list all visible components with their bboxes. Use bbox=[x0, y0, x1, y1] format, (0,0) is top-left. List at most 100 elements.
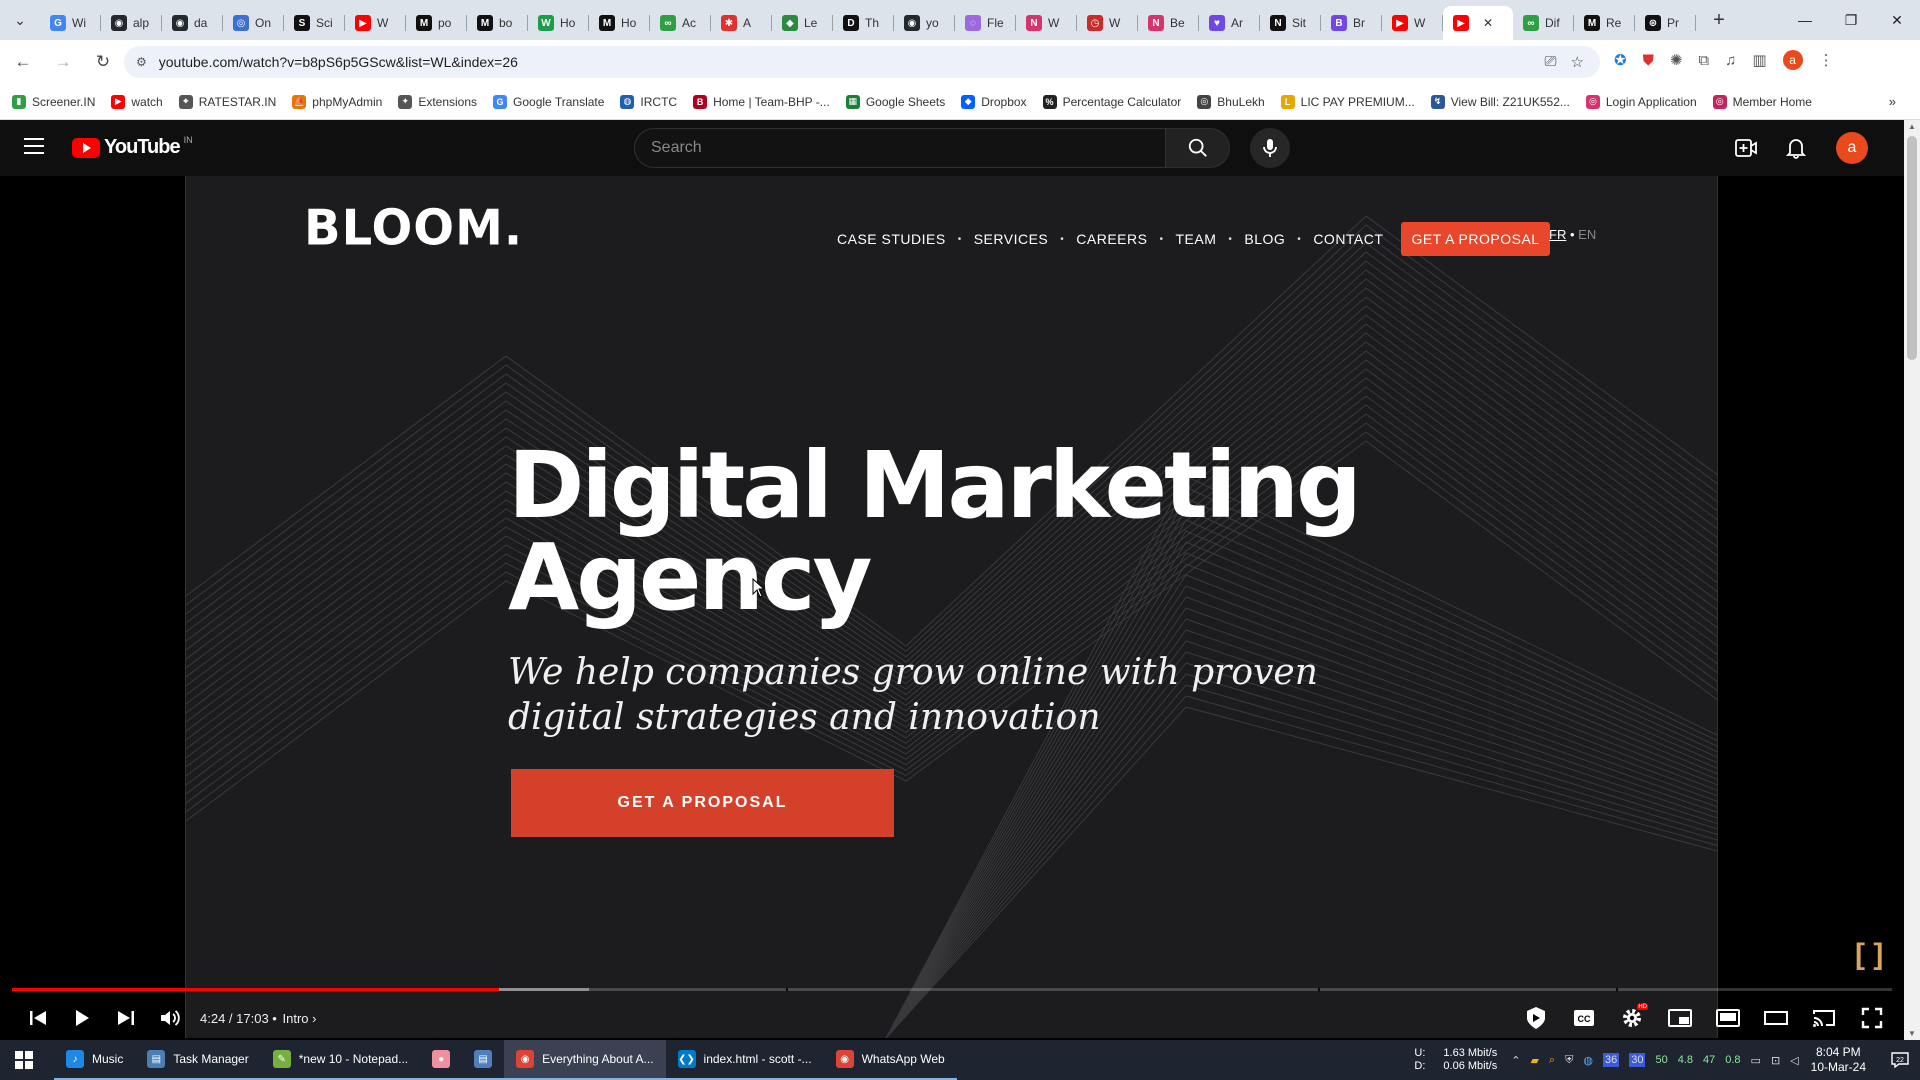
subtitles-icon[interactable]: CC bbox=[1562, 1000, 1606, 1036]
volume-icon[interactable] bbox=[148, 1000, 192, 1036]
menu-hamburger-icon[interactable] bbox=[24, 138, 44, 154]
page-scrollbar[interactable]: ▲ ▼ bbox=[1904, 120, 1920, 1040]
tray-indicator[interactable]: 36 bbox=[1602, 1053, 1620, 1067]
browser-tab[interactable]: ▶ W bbox=[345, 6, 406, 40]
bookmark-item[interactable]: ◎ Login Application bbox=[1585, 94, 1697, 109]
search-button[interactable] bbox=[1166, 128, 1230, 168]
bookmark-item[interactable]: B Home | Team-BHP -... bbox=[693, 94, 830, 109]
taskbar-item[interactable]: ● bbox=[420, 1040, 463, 1080]
browser-tab[interactable]: Mbo bbox=[467, 6, 528, 40]
browser-tab[interactable]: Mpo bbox=[406, 6, 467, 40]
close-window-icon[interactable]: ✕ bbox=[1874, 0, 1920, 40]
browser-tab[interactable]: ⊛ Pr bbox=[1635, 6, 1696, 40]
clock[interactable]: 8:04 PM 10-Mar-24 bbox=[1811, 1045, 1866, 1075]
tray-indicator[interactable]: 50 bbox=[1655, 1054, 1667, 1066]
browser-tab[interactable]: NW bbox=[1016, 6, 1077, 40]
bookmark-item[interactable]: ↯ View Bill: Z21UK552... bbox=[1430, 94, 1570, 109]
video-frame[interactable]: BLOOM. CASE STUDIES • SERVICES • CAREERS • TEA… bbox=[185, 176, 1718, 1038]
bookmark-item[interactable]: ◍ IRCTC bbox=[620, 94, 677, 109]
browser-tab[interactable]: B Br bbox=[1321, 6, 1382, 40]
close-tab-icon[interactable]: ✕ bbox=[1483, 16, 1493, 30]
progress-bar[interactable] bbox=[12, 988, 1892, 991]
browser-tab[interactable]: W Ho bbox=[528, 6, 589, 40]
bookmark-item[interactable]: ▮ Screener.IN bbox=[12, 94, 95, 109]
tab-search-chevron-icon[interactable]: ⌄ bbox=[0, 0, 40, 40]
extension-bug-icon[interactable]: ✺ bbox=[1670, 51, 1683, 69]
bookmark-item[interactable]: L LIC PAY PREMIUM... bbox=[1280, 94, 1415, 109]
browser-tab[interactable]: ◌ Fle bbox=[955, 6, 1016, 40]
bookmark-item[interactable]: ✦ Extensions bbox=[398, 94, 477, 109]
chrome-menu-icon[interactable]: ⋮ bbox=[1819, 51, 1834, 69]
miniplayer-icon[interactable] bbox=[1658, 1000, 1702, 1036]
bookmark-star-icon[interactable]: ☆ bbox=[1571, 53, 1584, 71]
taskbar-item[interactable]: ❮❯ index.html - scott -... bbox=[665, 1040, 824, 1080]
browser-tab[interactable]: ✱ A bbox=[711, 6, 772, 40]
notifications-icon[interactable]: 22 bbox=[1880, 1040, 1920, 1080]
notifications-bell-icon[interactable] bbox=[1780, 132, 1812, 164]
tray-shield-icon[interactable]: ⛨ bbox=[1565, 1054, 1573, 1067]
browser-tab[interactable]: ◉ yo bbox=[894, 6, 955, 40]
tray-globe-icon[interactable]: ◍ bbox=[1583, 1054, 1593, 1067]
taskbar-item[interactable]: ◉ Everything About A... bbox=[504, 1040, 666, 1080]
speaker-icon[interactable]: ◁ bbox=[1790, 1054, 1798, 1067]
account-avatar[interactable]: a bbox=[1836, 132, 1868, 164]
browser-tab[interactable]: S Sci bbox=[284, 6, 345, 40]
address-bar[interactable]: ⚙ youtube.com/watch?v=b8pS6p5GScw&list=W… bbox=[124, 46, 1600, 78]
tray-indicator[interactable]: 0.8 bbox=[1725, 1054, 1740, 1066]
forward-arrow-icon[interactable]: → bbox=[46, 45, 80, 79]
previous-icon[interactable] bbox=[16, 1000, 60, 1036]
bookmark-item[interactable]: ⌖ RATESTAR.IN bbox=[178, 94, 276, 109]
extensions-puzzle-icon[interactable]: ⧉ bbox=[1698, 52, 1709, 69]
bookmark-item[interactable]: ▦ Google Sheets bbox=[845, 94, 945, 109]
browser-tab[interactable]: ◎ On bbox=[223, 6, 284, 40]
picture-in-picture-icon[interactable] bbox=[1706, 1000, 1750, 1036]
bookmark-item[interactable]: ◎ Member Home bbox=[1712, 94, 1812, 109]
taskbar-item[interactable]: ✎ *new 10 - Notepad... bbox=[260, 1040, 421, 1080]
browser-tab[interactable]: G Wi bbox=[40, 6, 101, 40]
tray-folder-icon[interactable]: ▰ bbox=[1530, 1054, 1538, 1067]
create-video-icon[interactable] bbox=[1730, 132, 1762, 164]
bookmark-item[interactable]: % Percentage Calculator bbox=[1042, 94, 1181, 109]
back-arrow-icon[interactable]: ← bbox=[6, 45, 40, 79]
browser-tab[interactable]: ▶ W bbox=[1382, 6, 1443, 40]
fullscreen-icon[interactable] bbox=[1850, 1000, 1894, 1036]
profile-avatar[interactable]: a bbox=[1782, 50, 1803, 70]
browser-tab[interactable]: D Th bbox=[833, 6, 894, 40]
bookmarks-overflow-icon[interactable]: » bbox=[1889, 94, 1896, 109]
search-input[interactable]: Search bbox=[634, 128, 1166, 168]
browser-tab[interactable]: ♥ Ar bbox=[1199, 6, 1260, 40]
youtube-logo[interactable]: YouTube IN bbox=[72, 135, 193, 159]
start-button[interactable] bbox=[0, 1040, 48, 1080]
scrollbar-thumb[interactable] bbox=[1907, 136, 1917, 360]
browser-tab[interactable]: M Ho bbox=[589, 6, 650, 40]
tray-indicator[interactable]: 30 bbox=[1629, 1053, 1646, 1067]
browser-tab[interactable]: N Sit bbox=[1260, 6, 1321, 40]
browser-tab[interactable]: ◉ alp bbox=[101, 6, 162, 40]
reload-icon[interactable]: ↻ bbox=[86, 45, 120, 79]
theater-mode-icon[interactable] bbox=[1754, 1000, 1798, 1036]
browser-tab[interactable]: ◉ da bbox=[162, 6, 223, 40]
network-icon[interactable]: ⊡ bbox=[1771, 1054, 1780, 1067]
taskbar-item[interactable]: ▤ Task Manager bbox=[135, 1040, 261, 1080]
side-panel-icon[interactable]: ▥ bbox=[1752, 51, 1766, 69]
scroll-up-icon[interactable]: ▲ bbox=[1908, 122, 1916, 131]
restore-icon[interactable]: ❐ bbox=[1828, 0, 1874, 40]
next-icon[interactable] bbox=[104, 1000, 148, 1036]
taskbar-item[interactable]: ◉ WhatsApp Web bbox=[823, 1040, 957, 1080]
voice-search-button[interactable] bbox=[1250, 128, 1290, 168]
site-info-icon[interactable]: ⚙ bbox=[136, 55, 147, 69]
tray-search-icon[interactable]: ⌕ bbox=[1549, 1054, 1555, 1067]
minimize-icon[interactable]: — bbox=[1782, 0, 1828, 40]
bookmark-item[interactable]: ◎ BhuLekh bbox=[1197, 94, 1265, 109]
settings-gear-icon[interactable]: HD bbox=[1610, 1000, 1654, 1036]
browser-tab[interactable]: ◷ W bbox=[1077, 6, 1138, 40]
battery-icon[interactable]: ▭ bbox=[1751, 1054, 1761, 1067]
extension-globe-icon[interactable]: ✪ bbox=[1614, 51, 1627, 69]
tray-indicator[interactable]: 47 bbox=[1703, 1054, 1715, 1066]
browser-tab[interactable]: ∞ Dif bbox=[1513, 6, 1574, 40]
taskbar-item[interactable]: ♪ Music bbox=[54, 1040, 136, 1080]
tray-indicator[interactable]: 4.8 bbox=[1678, 1054, 1693, 1066]
bookmark-item[interactable]: ⛵ phpMyAdmin bbox=[292, 94, 382, 109]
chapter-chevron-icon[interactable]: › bbox=[312, 1011, 316, 1026]
video-player[interactable]: BLOOM. CASE STUDIES • SERVICES • CAREERS • TEA… bbox=[0, 176, 1904, 1038]
